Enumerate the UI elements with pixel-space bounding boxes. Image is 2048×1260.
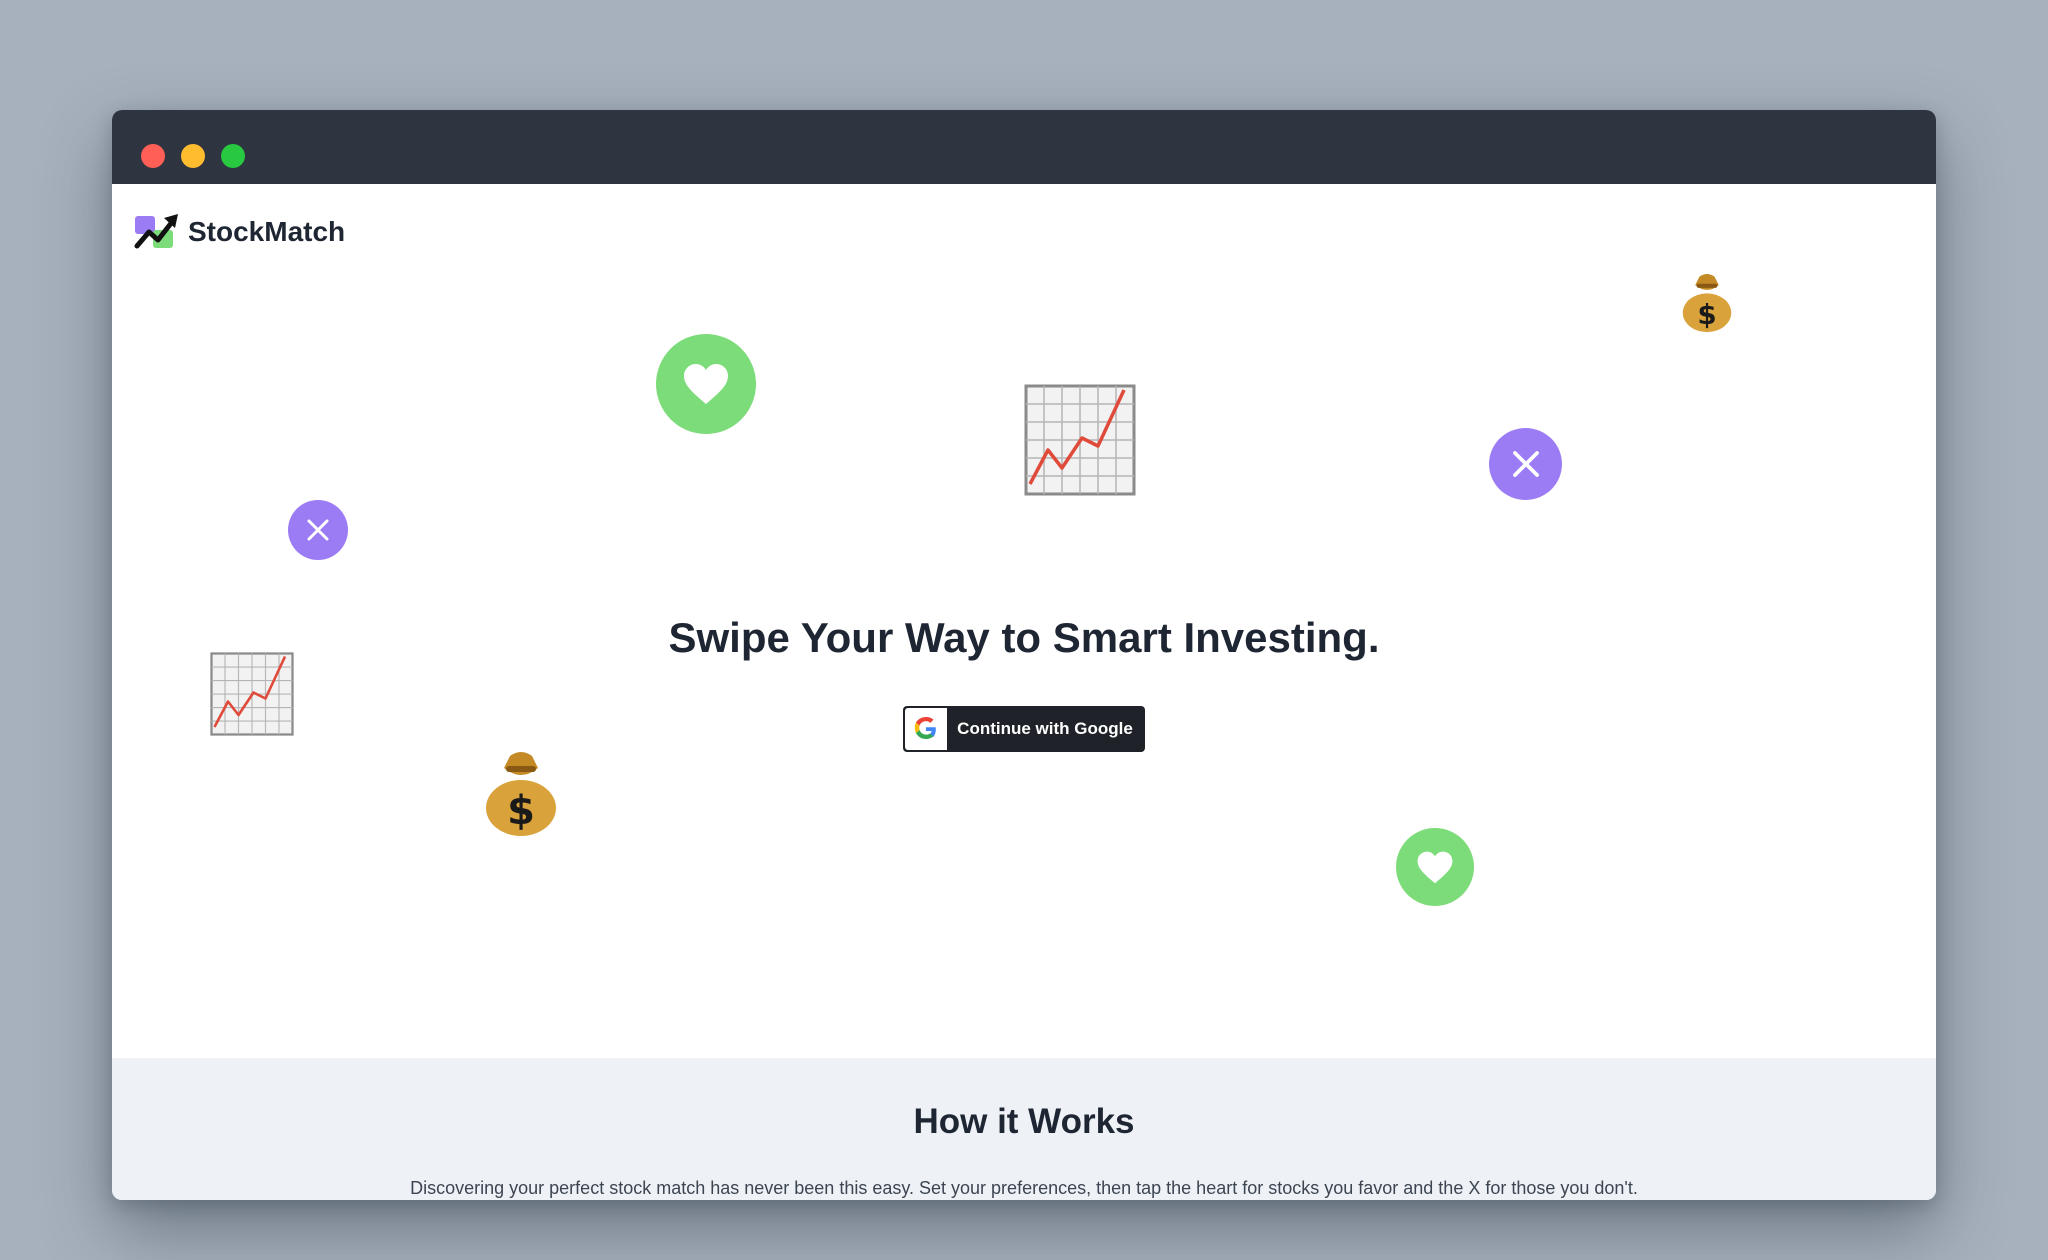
maximize-window-button[interactable]: [221, 144, 245, 168]
google-button-label: Continue with Google: [957, 719, 1133, 738]
heart-icon: [1396, 828, 1474, 906]
how-it-works-description: Discovering your perfect stock match has…: [410, 1178, 1638, 1198]
minimize-window-button[interactable]: [181, 144, 205, 168]
money-bag-icon: $: [486, 752, 556, 836]
browser-window: StockMatch $ $ Swipe Your Way to Smart I…: [112, 110, 1936, 1200]
continue-with-google-button[interactable]: Continue with Google: [903, 706, 1145, 752]
brand[interactable]: StockMatch: [134, 212, 345, 252]
trend-arrow-icon: [134, 214, 178, 249]
page-content: StockMatch $ $ Swipe Your Way to Smart I…: [112, 184, 1936, 1200]
window-titlebar: [112, 110, 1936, 184]
svg-text:$: $: [1697, 298, 1716, 331]
chart-increasing-icon: [210, 652, 294, 736]
close-window-button[interactable]: [141, 144, 165, 168]
google-icon-container: [905, 708, 947, 750]
google-g-icon: [914, 717, 936, 739]
heart-icon: [656, 334, 756, 434]
hero-title: Swipe Your Way to Smart Investing.: [668, 614, 1380, 661]
x-icon: [1489, 428, 1562, 500]
svg-text:$: $: [507, 788, 535, 834]
x-icon: [288, 500, 348, 560]
money-bag-icon: $: [1682, 274, 1732, 333]
brand-name: StockMatch: [188, 216, 346, 247]
chart-increasing-icon: [1024, 384, 1136, 496]
how-it-works-title: How it Works: [913, 1102, 1135, 1141]
how-it-works-section: How it Works Discovering your perfect st…: [112, 1058, 1936, 1200]
